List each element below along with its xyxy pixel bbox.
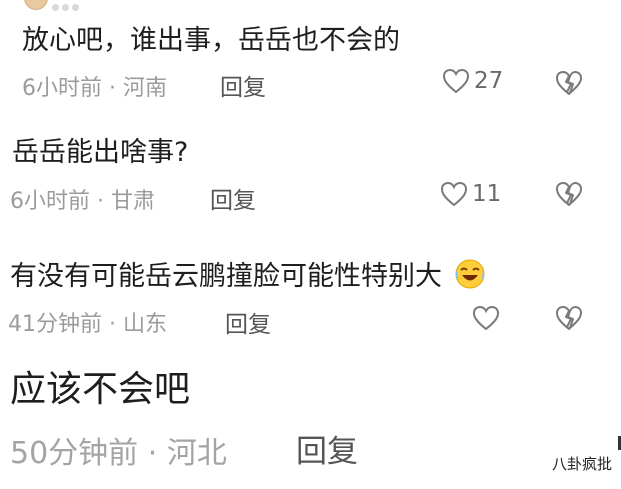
reply-button[interactable]: 回复: [296, 426, 358, 471]
ellipsis-icon: [52, 0, 92, 11]
broken-heart-icon: [556, 182, 582, 206]
reply-button[interactable]: 回复: [225, 305, 271, 339]
comment-text: 岳岳能出啥事?: [12, 137, 189, 168]
like-button[interactable]: [472, 305, 504, 331]
comment-time: 6小时前: [22, 76, 102, 101]
comment-time: 6小时前: [10, 189, 90, 214]
avatar[interactable]: [24, 0, 48, 10]
comment-region: 河北: [166, 436, 227, 471]
heart-outline-icon: [440, 181, 468, 207]
comment-region: 河南: [123, 76, 168, 101]
like-button[interactable]: 11: [440, 181, 501, 207]
comment-region: 山东: [123, 312, 168, 337]
dislike-button[interactable]: [555, 70, 583, 100]
like-count: 11: [472, 181, 502, 207]
reply-button[interactable]: 回复: [210, 181, 256, 215]
meta-separator: ·: [97, 189, 104, 214]
comment-region: 甘肃: [111, 189, 156, 214]
comment-meta: 6小时前 · 河南: [22, 70, 167, 102]
watermark-text: 八卦疯批: [548, 452, 615, 475]
reply-button[interactable]: 回复: [220, 68, 266, 102]
dislike-button[interactable]: [555, 305, 583, 335]
dislike-button[interactable]: [555, 181, 583, 211]
comment-meta: 41分钟前 · 山东: [8, 306, 167, 338]
comment-text: 应该不会吧: [10, 369, 191, 410]
like-count: 27: [474, 68, 504, 94]
broken-heart-icon: [556, 306, 582, 330]
laughing-crying-emoji-icon: [453, 258, 487, 297]
comment-meta: 50分钟前 · 河北: [10, 428, 227, 472]
comment-text-body: 有没有可能岳云鹏撞脸可能性特别大: [10, 261, 442, 292]
comment-time: 41分钟前: [8, 312, 102, 337]
comment-text: 放心吧，谁出事，岳岳也不会的: [22, 25, 400, 56]
meta-separator: ·: [109, 312, 116, 337]
meta-separator: ·: [109, 76, 116, 101]
comment-text: 有没有可能岳云鹏撞脸可能性特别大: [10, 254, 487, 297]
like-button[interactable]: 27: [442, 68, 503, 94]
meta-separator: ·: [147, 436, 158, 471]
heart-outline-icon: [472, 305, 500, 331]
broken-heart-icon: [556, 71, 582, 95]
comment-meta: 6小时前 · 甘肃: [10, 183, 155, 215]
comment-time: 50分钟前: [10, 436, 139, 471]
heart-outline-icon: [442, 68, 470, 94]
